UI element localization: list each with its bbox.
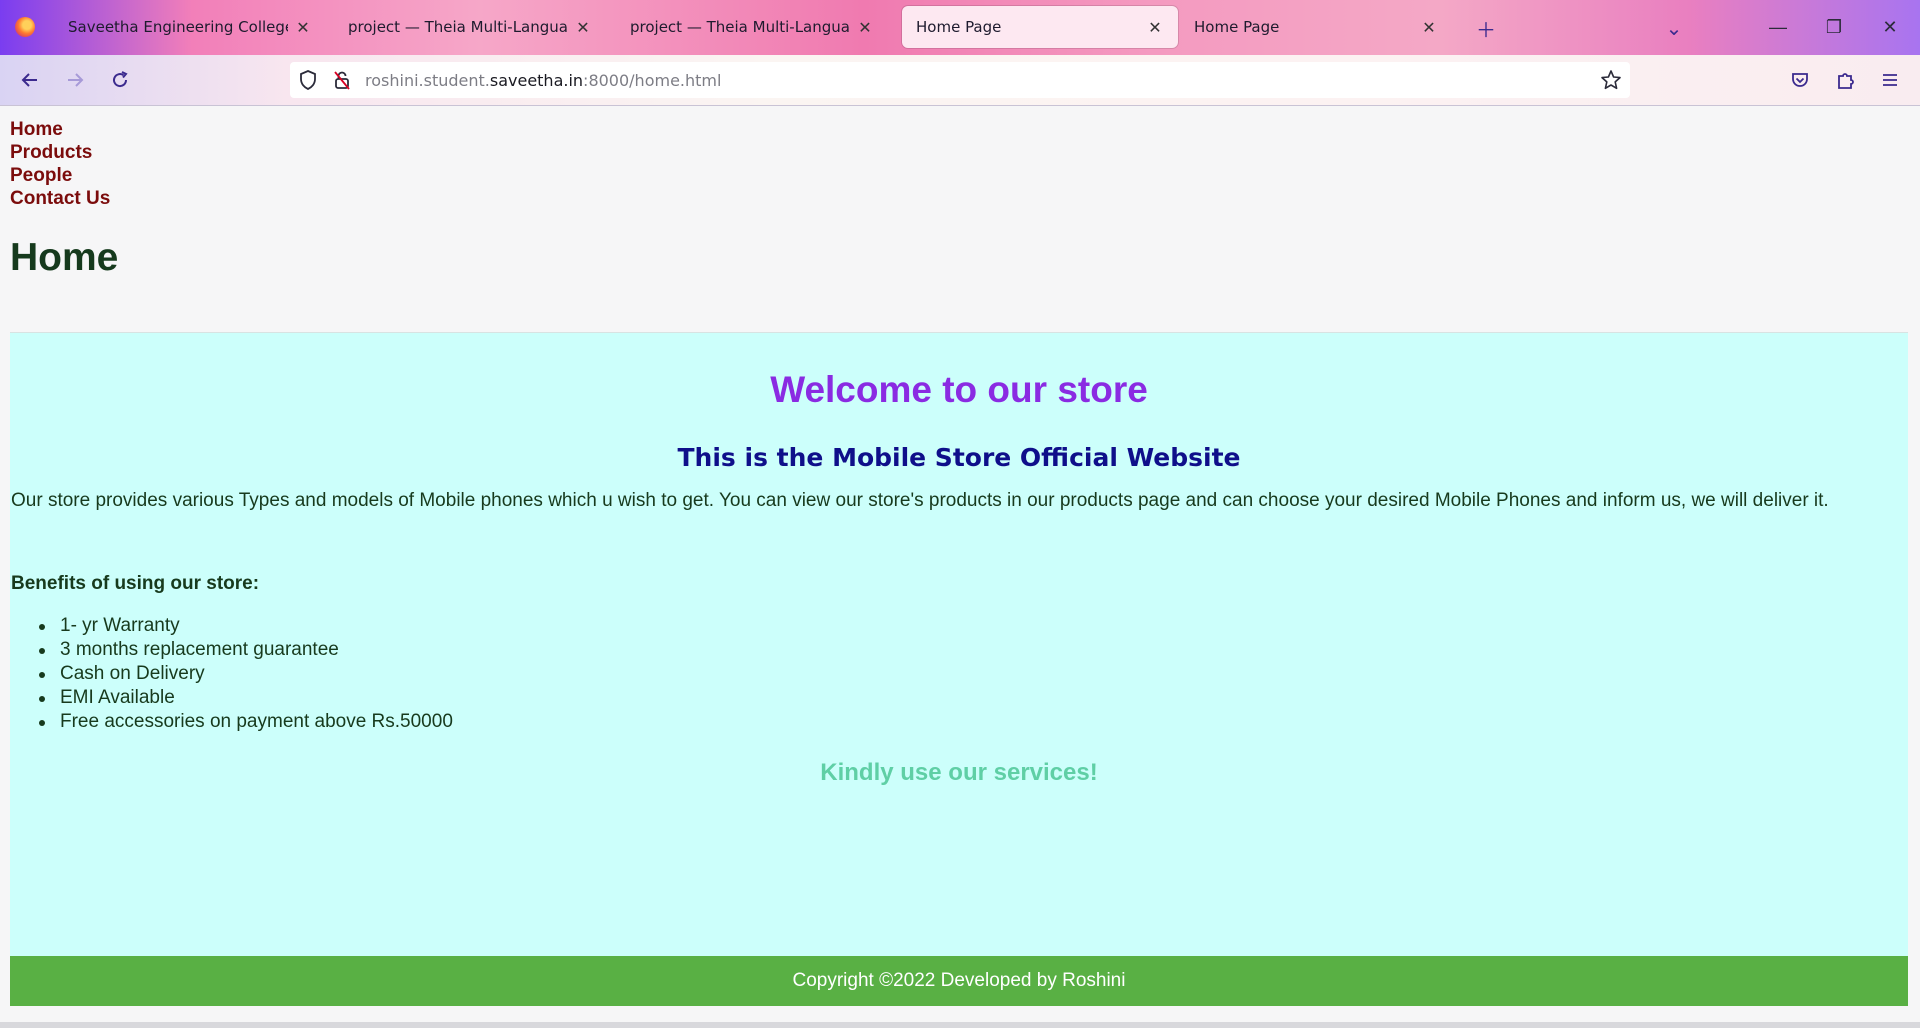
tab-label: Saveetha Engineering College: [68, 18, 288, 36]
close-icon[interactable]: ✕: [1146, 18, 1164, 37]
hamburger-menu-icon[interactable]: [1874, 64, 1906, 96]
tab-label: Home Page: [916, 18, 1002, 36]
tab-label: Home Page: [1194, 18, 1280, 36]
minimize-icon[interactable]: —: [1758, 12, 1798, 42]
close-icon[interactable]: ✕: [574, 18, 592, 37]
list-item: 3 months replacement guarantee: [39, 638, 453, 662]
status-strip: [0, 1022, 1920, 1028]
close-icon[interactable]: ✕: [1420, 18, 1438, 37]
insecure-lock-icon[interactable]: [332, 69, 352, 96]
url-prefix: roshini.student.: [365, 71, 490, 90]
list-item: 1- yr Warranty: [39, 614, 453, 638]
shield-icon[interactable]: [298, 69, 318, 96]
subtitle: This is the Mobile Store Official Websit…: [677, 443, 1241, 472]
menu-link-home[interactable]: Home: [10, 118, 110, 141]
footer: Copyright ©2022 Developed by Roshini: [10, 956, 1908, 1006]
firefox-logo-icon[interactable]: [15, 17, 35, 37]
window-close-icon[interactable]: ✕: [1870, 12, 1910, 42]
menu-link-people[interactable]: People: [10, 164, 110, 187]
url-text[interactable]: roshini.student.saveetha.in:8000/home.ht…: [365, 71, 721, 90]
back-arrow-icon[interactable]: [14, 64, 46, 96]
list-item: Cash on Delivery: [39, 662, 453, 686]
url-suffix: :8000/home.html: [583, 71, 722, 90]
url-domain: saveetha.in: [489, 71, 584, 90]
list-item: Free accessories on payment above Rs.500…: [39, 711, 453, 732]
tab-home-active[interactable]: Home Page ✕: [902, 6, 1178, 48]
navigation-toolbar: roshini.student.saveetha.in:8000/home.ht…: [0, 55, 1920, 106]
tab-saveetha[interactable]: Saveetha Engineering College ✕: [54, 6, 326, 48]
reload-icon[interactable]: [104, 64, 136, 96]
tab-label: project — Theia Multi-Language Ex: [630, 18, 850, 36]
menu-link-contact-us[interactable]: Contact Us: [10, 187, 110, 210]
benefits-list: 1- yr Warranty 3 months replacement guar…: [39, 614, 453, 734]
page-title: Home: [10, 236, 119, 279]
welcome-heading: Welcome to our store: [770, 369, 1148, 410]
restore-icon[interactable]: ❐: [1814, 12, 1854, 42]
bookmark-star-icon[interactable]: [1600, 69, 1622, 96]
tab-home[interactable]: Home Page ✕: [1180, 6, 1452, 48]
extensions-puzzle-icon[interactable]: [1829, 64, 1861, 96]
intro-paragraph: Our store provides various Types and mod…: [11, 490, 1829, 511]
close-icon[interactable]: ✕: [294, 18, 312, 37]
copyright-text: Copyright ©2022 Developed by Roshini: [792, 970, 1126, 991]
tab-theia-2[interactable]: project — Theia Multi-Language Ex ✕: [616, 6, 888, 48]
tab-label: project — Theia Multi-Language Ex: [348, 18, 568, 36]
content-panel: Welcome to our store This is the Mobile …: [10, 332, 1908, 963]
benefits-heading: Benefits of using our store:: [11, 573, 260, 594]
list-item: EMI Available: [39, 686, 453, 710]
close-icon[interactable]: ✕: [856, 18, 874, 37]
list-tabs-chevron-icon[interactable]: ⌄: [1658, 12, 1690, 44]
tab-theia-1[interactable]: project — Theia Multi-Language Ex ✕: [334, 6, 606, 48]
forward-arrow-icon[interactable]: [59, 64, 91, 96]
pocket-icon[interactable]: [1784, 64, 1816, 96]
address-bar[interactable]: roshini.student.saveetha.in:8000/home.ht…: [290, 62, 1630, 98]
new-tab-plus-icon[interactable]: ＋: [1470, 12, 1502, 44]
web-page: Home Products People Contact Us Home Wel…: [0, 106, 1920, 1022]
closing-message: Kindly use our services!: [820, 759, 1098, 786]
tab-bar: Saveetha Engineering College ✕ project —…: [0, 0, 1920, 55]
site-menu: Home Products People Contact Us: [10, 118, 110, 210]
menu-link-products[interactable]: Products: [10, 141, 110, 164]
